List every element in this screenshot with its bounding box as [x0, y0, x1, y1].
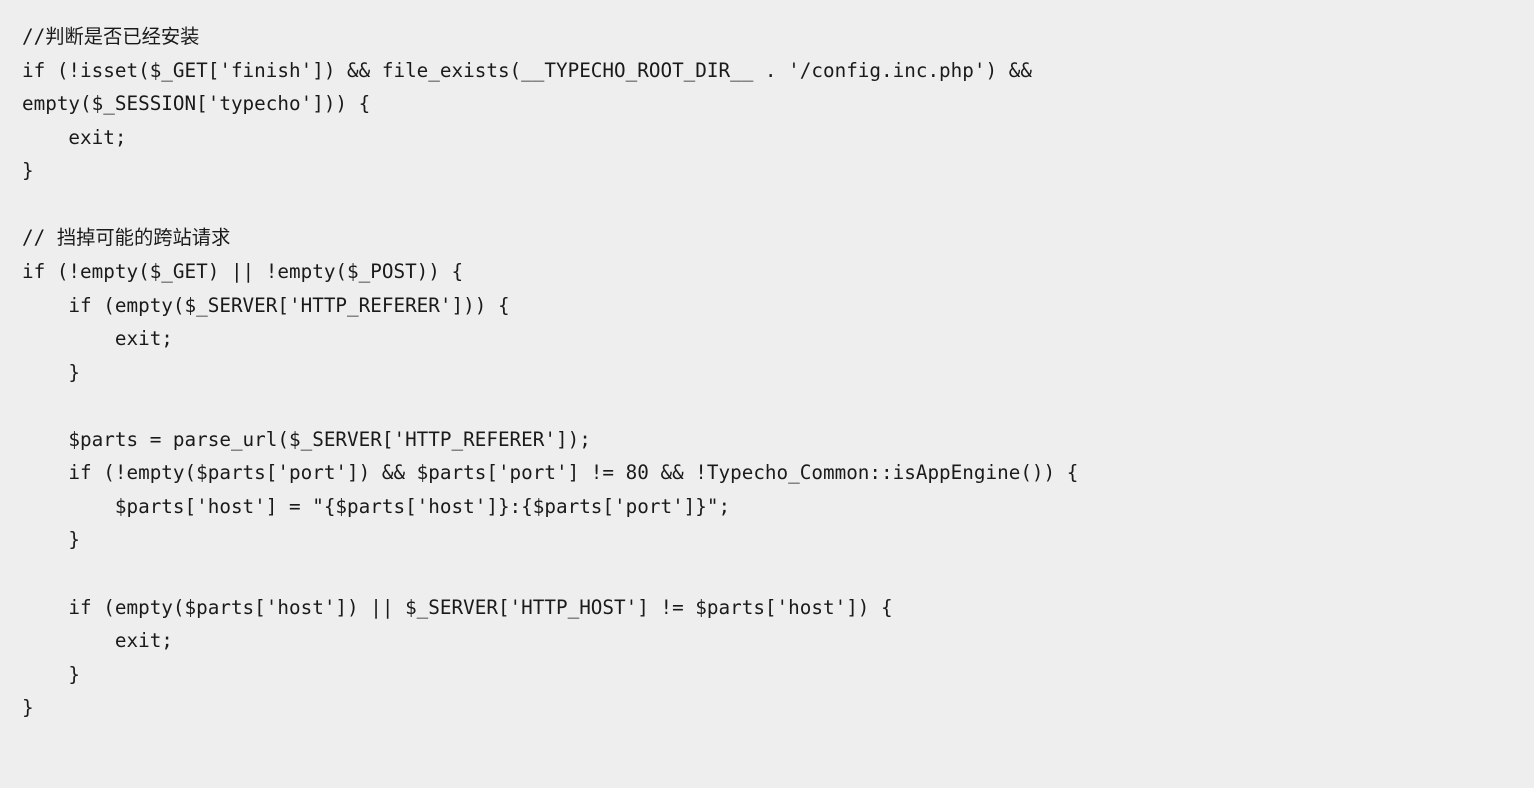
code-block: //判断是否已经安装 if (!isset($_GET['finish']) &… [0, 0, 1534, 745]
